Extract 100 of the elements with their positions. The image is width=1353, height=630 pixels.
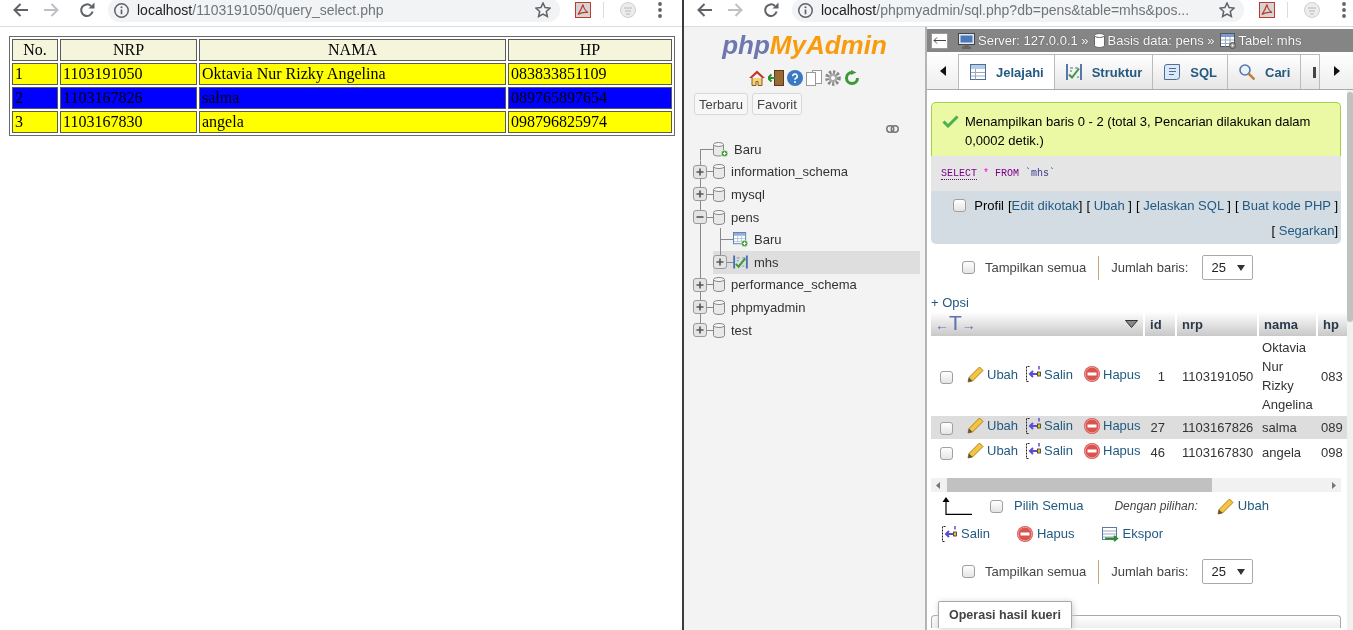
breadcrumb-link[interactable]: Basis data: pens » bbox=[1093, 33, 1215, 48]
minus-icon[interactable] bbox=[693, 210, 707, 225]
caret-icon bbox=[1237, 568, 1246, 575]
edit-link[interactable]: Ubah bbox=[967, 441, 1019, 460]
table-cell: 1103191050 bbox=[60, 63, 197, 85]
tab[interactable]: Struktur bbox=[1053, 54, 1154, 89]
chain-link-icon[interactable] bbox=[886, 125, 899, 133]
back-arrow-icon[interactable] bbox=[12, 2, 28, 18]
scroll-right-icon[interactable] bbox=[1332, 481, 1336, 489]
left-triangle-icon[interactable] bbox=[939, 65, 946, 76]
tree-item[interactable]: pens bbox=[693, 205, 920, 229]
table-structure-icon bbox=[733, 255, 748, 270]
caret-icon[interactable] bbox=[1125, 320, 1138, 328]
documents-icon[interactable] bbox=[806, 69, 822, 86]
plus-icon[interactable] bbox=[693, 323, 707, 338]
option-link[interactable]: Jelaskan SQL bbox=[1143, 198, 1224, 213]
delete-link[interactable]: Hapus bbox=[1084, 364, 1141, 384]
checkbox[interactable] bbox=[953, 199, 967, 212]
checkbox[interactable] bbox=[939, 447, 953, 461]
tree-item[interactable]: test bbox=[693, 318, 920, 342]
vertical-scrollbar[interactable] bbox=[1347, 90, 1353, 630]
star-icon[interactable] bbox=[535, 2, 551, 18]
option-link[interactable]: Buat kode PHP bbox=[1242, 198, 1331, 213]
info-icon[interactable] bbox=[114, 2, 129, 18]
horizontal-scrollbar[interactable] bbox=[931, 478, 1341, 492]
home-icon[interactable] bbox=[749, 69, 765, 86]
address-bar[interactable]: localhost/phpmyadmin/sql.php?db=pens&table=mhs&pos... bbox=[792, 0, 1244, 22]
table-cell: 089765897654 bbox=[508, 87, 672, 109]
edit-link[interactable]: Ubah bbox=[967, 416, 1019, 435]
reload-icon[interactable] bbox=[844, 69, 860, 86]
pencil-icon bbox=[967, 442, 984, 459]
delete-link[interactable]: Hapus bbox=[1084, 416, 1141, 436]
back-arrow-icon[interactable] bbox=[696, 2, 712, 18]
plus-icon[interactable] bbox=[693, 277, 707, 292]
plus-icon[interactable] bbox=[693, 187, 707, 202]
show-all-label: Tampilkan semua bbox=[985, 260, 1087, 275]
address-bar[interactable]: localhost/1103191050/query_select.php bbox=[108, 0, 560, 22]
star-icon[interactable] bbox=[1219, 2, 1235, 18]
info-icon[interactable] bbox=[798, 2, 813, 18]
edit-link[interactable]: Ubah bbox=[1216, 497, 1269, 515]
checkbox[interactable] bbox=[962, 261, 975, 274]
rows-count-select[interactable]: 25 bbox=[1202, 559, 1254, 584]
export-link[interactable]: Ekspor bbox=[1101, 525, 1163, 543]
column-header[interactable]: nrp bbox=[1175, 312, 1257, 336]
tree-item[interactable]: Baru bbox=[693, 138, 920, 161]
plus-icon[interactable] bbox=[693, 300, 707, 315]
rows-count-select[interactable]: 25 bbox=[1202, 255, 1254, 280]
column-header[interactable]: nama bbox=[1257, 312, 1316, 336]
nav-button[interactable]: Favorit bbox=[752, 93, 802, 115]
copy-link[interactable]: Salin bbox=[942, 525, 990, 543]
option-link[interactable]: Segarkan bbox=[1278, 223, 1335, 238]
right-triangle-icon[interactable] bbox=[1333, 65, 1340, 76]
reload-icon[interactable] bbox=[763, 2, 779, 18]
plus-icon[interactable] bbox=[713, 255, 727, 270]
copy-link[interactable]: Salin bbox=[1026, 416, 1073, 436]
column-header[interactable]: id bbox=[1143, 312, 1175, 336]
arrow-button[interactable] bbox=[931, 32, 948, 49]
pdf-icon[interactable] bbox=[1259, 2, 1275, 18]
app-logo[interactable]: phpMyAdmin bbox=[684, 30, 925, 60]
checkbox[interactable] bbox=[939, 370, 953, 384]
checkbox[interactable] bbox=[990, 499, 1003, 513]
delete-link[interactable]: Hapus bbox=[1084, 441, 1141, 461]
tree-item[interactable]: mysql bbox=[693, 183, 920, 206]
edit-link[interactable]: Ubah bbox=[967, 364, 1019, 384]
partial-tab[interactable] bbox=[1300, 54, 1320, 89]
plus-icon[interactable] bbox=[693, 164, 707, 179]
breadcrumb-link[interactable]: Server: 127.0.0.1 » bbox=[958, 32, 1089, 49]
nav-button[interactable]: Terbaru bbox=[694, 93, 749, 115]
scroll-left-icon[interactable] bbox=[936, 481, 940, 489]
table-icon bbox=[1219, 32, 1236, 49]
column-header[interactable]: hp bbox=[1316, 312, 1347, 336]
options-link[interactable]: + Opsi bbox=[931, 295, 969, 310]
full-text-link[interactable]: T bbox=[949, 311, 962, 334]
checkbox[interactable] bbox=[939, 422, 953, 436]
tab[interactable]: SQL bbox=[1152, 54, 1228, 89]
tree-item[interactable]: Baru bbox=[713, 228, 920, 251]
tab[interactable]: Jelajahi bbox=[958, 54, 1055, 89]
checkbox[interactable] bbox=[962, 565, 975, 578]
tree-item[interactable]: information_schema bbox=[693, 160, 920, 184]
option-link[interactable]: Ubah bbox=[1093, 198, 1125, 213]
delete-link[interactable]: Hapus bbox=[1016, 525, 1075, 543]
copy-link[interactable]: Salin bbox=[1026, 364, 1073, 384]
reload-icon[interactable] bbox=[79, 2, 95, 18]
tab[interactable]: Cari bbox=[1227, 54, 1302, 89]
pdf-icon[interactable] bbox=[575, 2, 591, 18]
settings-icon[interactable] bbox=[825, 69, 841, 86]
select-all-label[interactable]: Pilih Semua bbox=[1014, 497, 1084, 515]
menu-icon[interactable] bbox=[1342, 2, 1346, 18]
menu-icon[interactable] bbox=[658, 2, 662, 18]
help-icon[interactable] bbox=[787, 69, 803, 86]
breadcrumb-link[interactable]: Tabel: mhs bbox=[1219, 32, 1302, 49]
exit-icon[interactable] bbox=[768, 69, 784, 86]
sql-keyword-link[interactable]: SELECT bbox=[941, 167, 977, 180]
tree-item[interactable]: mhs bbox=[713, 250, 920, 274]
tree-item[interactable]: phpmyadmin bbox=[693, 296, 920, 319]
tree-item[interactable]: performance_schema bbox=[693, 273, 920, 297]
table-cell: 098796825974 bbox=[508, 111, 672, 133]
pencil-icon bbox=[967, 417, 984, 434]
column-header: HP bbox=[508, 39, 672, 61]
copy-link[interactable]: Salin bbox=[1026, 441, 1073, 461]
